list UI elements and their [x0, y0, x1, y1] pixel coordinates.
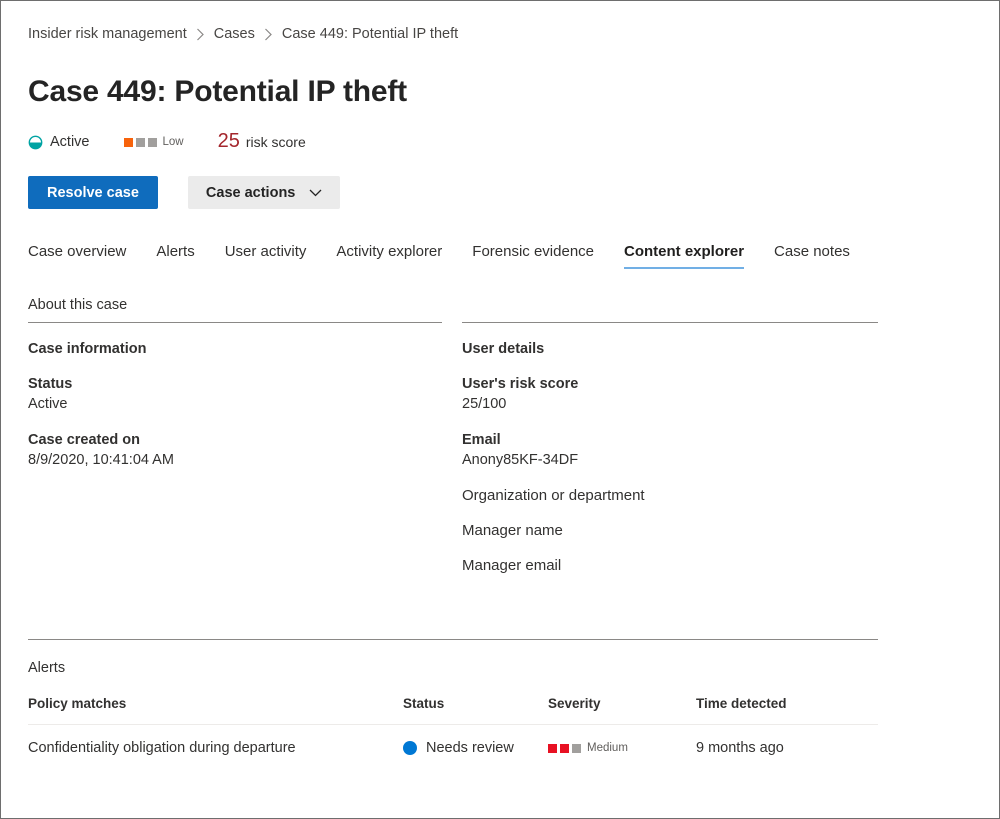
- severity-squares-icon: [123, 137, 157, 147]
- policy-match-label[interactable]: Confidentiality obligation during depart…: [28, 740, 296, 756]
- page-title: Case 449: Potential IP theft: [28, 75, 407, 108]
- alerts-table-head: Policy matches Status Severity Time dete…: [28, 696, 878, 725]
- alerts-table: Policy matches Status Severity Time dete…: [28, 696, 878, 756]
- breadcrumb: Insider risk management Cases Case 449: …: [28, 23, 972, 45]
- breadcrumb-item-insider-risk-management[interactable]: Insider risk management: [28, 26, 187, 42]
- about-columns: Case information Status Active Case crea…: [28, 322, 972, 591]
- time-detected-label: 9 months ago: [696, 740, 784, 756]
- risk-score-label: risk score: [245, 134, 306, 150]
- field-manager-email: Manager email: [462, 556, 878, 576]
- table-header-row: Policy matches Status Severity Time dete…: [28, 696, 878, 725]
- field-manager-name: Manager name: [462, 521, 878, 541]
- resolve-case-button[interactable]: Resolve case: [28, 176, 158, 209]
- tab-user-activity[interactable]: User activity: [225, 243, 307, 269]
- case-actions-label: Case actions: [205, 184, 296, 201]
- chevron-right-icon: [264, 28, 273, 41]
- tab-alerts[interactable]: Alerts: [156, 243, 194, 269]
- status-dot-icon: [403, 741, 417, 755]
- field-label: Status: [28, 376, 73, 392]
- chevron-down-icon: [309, 189, 322, 197]
- field-label: Manager email: [462, 557, 562, 574]
- tab-activity-explorer[interactable]: Activity explorer: [336, 243, 442, 269]
- user-details-heading: User details: [462, 341, 545, 357]
- field-value: 8/9/2020, 10:41:04 AM: [28, 452, 174, 468]
- field-users-risk-score: User's risk score 25/100: [462, 374, 878, 414]
- tab-content-explorer[interactable]: Content explorer: [624, 243, 745, 269]
- case-status-label: Active: [50, 134, 90, 150]
- case-information-column: Case information Status Active Case crea…: [28, 322, 442, 591]
- field-value: Anony85KF-34DF: [462, 452, 579, 468]
- case-tabs: Case overview Alerts User activity Activ…: [28, 233, 972, 269]
- field-label: Manager name: [462, 522, 563, 539]
- case-severity-indicator: Low: [123, 136, 184, 148]
- field-label: User's risk score: [462, 376, 579, 392]
- cell-status: Needs review: [403, 725, 548, 756]
- field-label: Case created on: [28, 432, 141, 448]
- tab-forensic-evidence[interactable]: Forensic evidence: [472, 243, 594, 269]
- alerts-heading: Alerts: [28, 660, 66, 676]
- alerts-divider: [28, 639, 878, 640]
- about-this-case-heading: About this case: [28, 297, 128, 313]
- case-detail-page: Insider risk management Cases Case 449: …: [0, 0, 1000, 819]
- breadcrumb-item-cases[interactable]: Cases: [214, 26, 255, 42]
- severity-label: Medium: [587, 742, 628, 754]
- case-status-indicator: Active: [28, 134, 90, 150]
- field-value: 25/100: [462, 396, 507, 412]
- field-label: Organization or department: [462, 487, 645, 504]
- cell-severity: Medium: [548, 725, 696, 757]
- case-risk-score: 25 risk score: [217, 130, 306, 152]
- risk-score-value: 25: [217, 130, 240, 152]
- alerts-table-body: Confidentiality obligation during depart…: [28, 725, 878, 757]
- user-details-column: User details User's risk score 25/100 Em…: [462, 322, 878, 591]
- column-header-status[interactable]: Status: [403, 696, 548, 725]
- case-toolbar: Resolve case Case actions: [28, 176, 972, 209]
- column-gap: [442, 322, 462, 591]
- column-header-severity[interactable]: Severity: [548, 696, 696, 725]
- half-filled-circle-icon: [28, 135, 43, 149]
- chevron-right-icon: [196, 28, 205, 41]
- field-organization-or-department: Organization or department: [462, 486, 878, 506]
- column-header-time-detected[interactable]: Time detected: [696, 696, 878, 725]
- tab-case-overview[interactable]: Case overview: [28, 243, 126, 269]
- breadcrumb-item-current-case: Case 449: Potential IP theft: [281, 26, 459, 42]
- field-status: Status Active: [28, 374, 442, 414]
- table-row[interactable]: Confidentiality obligation during depart…: [28, 725, 878, 757]
- cell-policy-match: Confidentiality obligation during depart…: [28, 725, 403, 756]
- case-severity-label: Low: [162, 136, 184, 148]
- case-information-heading: Case information: [28, 341, 147, 357]
- cell-time-detected: 9 months ago: [696, 725, 878, 756]
- column-header-policy-matches[interactable]: Policy matches: [28, 696, 403, 725]
- field-case-created-on: Case created on 8/9/2020, 10:41:04 AM: [28, 430, 442, 470]
- field-value: Active: [28, 396, 68, 412]
- case-actions-button[interactable]: Case actions: [187, 176, 341, 209]
- field-label: Email: [462, 432, 501, 448]
- field-email: Email Anony85KF-34DF: [462, 430, 878, 470]
- status-badge: Needs review: [426, 740, 514, 756]
- case-meta-row: Active Low 25 risk score: [28, 130, 972, 154]
- tab-case-notes[interactable]: Case notes: [774, 243, 850, 269]
- page-content: Insider risk management Cases Case 449: …: [1, 1, 999, 756]
- severity-squares-icon: [548, 743, 581, 753]
